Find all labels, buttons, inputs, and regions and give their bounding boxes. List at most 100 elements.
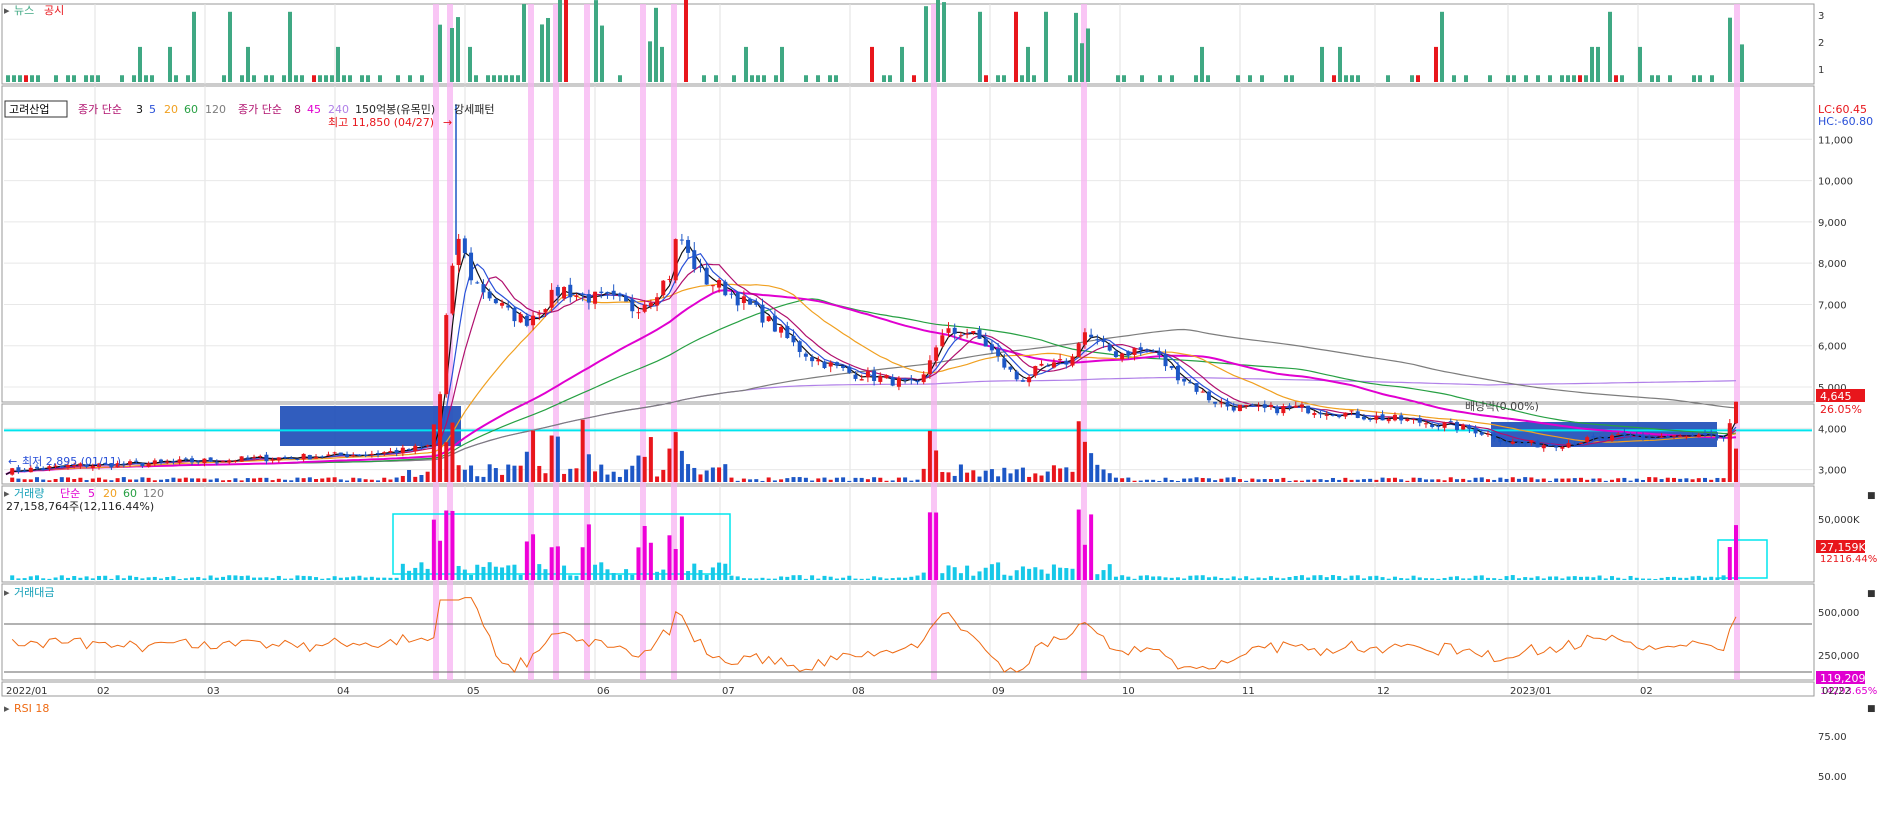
panel-close-icon[interactable]: ■ (1867, 589, 1876, 599)
trade-value-bar (487, 562, 492, 580)
volume-bar (1020, 467, 1025, 482)
trade-value-bar (605, 569, 610, 580)
candle-body (475, 282, 480, 284)
volume-bar (1572, 478, 1577, 482)
trade-value-bar (227, 575, 232, 580)
candle-body (878, 376, 883, 382)
news-bar (54, 75, 58, 82)
news-bar (1344, 75, 1348, 82)
volume-bar (1337, 479, 1342, 482)
candle-body (1039, 363, 1044, 366)
trade-value-bar (1002, 574, 1007, 580)
candle-body (903, 379, 908, 381)
volume-bar (1268, 478, 1273, 482)
volume-bar (1151, 479, 1156, 482)
trade-value-bar (22, 578, 27, 580)
news-bar (1668, 75, 1672, 82)
volume-bar (400, 475, 405, 482)
volume-bar (971, 470, 976, 482)
candle-body (1256, 405, 1261, 407)
candle-body (785, 326, 790, 338)
volume-bar (1262, 479, 1267, 482)
trade-value-bar (407, 570, 412, 580)
candle-body (487, 291, 492, 299)
volume-bar (915, 479, 920, 482)
candle-body (958, 335, 963, 337)
trade-value-bar (1696, 575, 1701, 580)
trade-value-bar (1293, 576, 1298, 580)
volume-bar (965, 472, 970, 482)
candle-body (1659, 436, 1664, 438)
trade-value-bar (785, 576, 790, 580)
news-bar (36, 75, 40, 82)
volume-title: 거래량 (14, 487, 44, 500)
trade-value-bar (648, 542, 653, 580)
news-legend-label: 뉴스 (14, 4, 34, 17)
news-bar (1032, 75, 1036, 82)
volume-bar (1665, 477, 1670, 482)
candle-body (146, 463, 151, 467)
news-bar (1452, 75, 1456, 82)
volume-bar (983, 470, 988, 482)
trade-value-bar (822, 575, 827, 580)
news-bar (252, 75, 256, 82)
news-bar (318, 75, 322, 82)
candle-body (704, 267, 709, 285)
panel-frame-news (1, 3, 1815, 85)
trade-value-bar (512, 564, 517, 580)
volume-bar (1225, 477, 1230, 482)
trade-value-bar (599, 562, 604, 580)
x-axis-label: 05 (467, 686, 480, 697)
candle-body (524, 315, 529, 326)
candle-body (1566, 443, 1571, 448)
x-axis-label: 02/22 (1822, 686, 1851, 697)
volume-bar (1541, 478, 1546, 482)
panel-close-icon[interactable]: ■ (1867, 491, 1876, 501)
news-bar (1386, 75, 1390, 82)
candle-body (1671, 435, 1676, 437)
candle-body (1113, 351, 1118, 358)
trade-value-bar (10, 575, 15, 580)
volume-bar (741, 478, 746, 482)
volume-bar (1622, 477, 1627, 482)
trade-value-bar (1175, 577, 1180, 580)
candle-body (1045, 365, 1050, 367)
candle-body (717, 280, 722, 288)
news-bar (780, 46, 784, 82)
x-axis-label: 2022/01 (6, 686, 48, 697)
volume-bar (1392, 477, 1397, 482)
trade-value-bar (630, 574, 635, 580)
panel-close-icon[interactable]: ■ (1867, 704, 1876, 714)
volume-bar (407, 469, 412, 482)
trade-value-bar (748, 578, 753, 580)
trade-value-bar (301, 575, 306, 580)
trade-value-bar (1510, 575, 1515, 580)
trade-value-bar (41, 578, 46, 580)
candle-body (152, 460, 157, 465)
volume-bar (1101, 469, 1106, 482)
news-bar (882, 75, 886, 82)
trade-value-bar (1330, 575, 1335, 580)
trade-value-bar (1082, 544, 1087, 580)
trade-value-bar (692, 563, 697, 580)
trade-value-bar (59, 575, 64, 580)
ma-legend-a-title: 종가 단순 (78, 103, 122, 116)
volume-bar (388, 479, 393, 482)
candle-body (1355, 411, 1360, 419)
stock-chart[interactable]: ▸ 뉴스 공시 3 2 1 고려산업 종가 단순 3 5 20 60 120 종… (0, 0, 1880, 836)
high-price-label: 최고 11,850 (04/27) (328, 116, 434, 129)
candle-body (655, 297, 660, 306)
candle-body (611, 290, 616, 295)
candle-body (28, 467, 33, 473)
volume-bar (772, 480, 777, 482)
volume-bar (1647, 477, 1652, 482)
hc-label: HC:-60.80 (1818, 115, 1873, 128)
candle-body (989, 344, 994, 351)
news-bar (264, 75, 268, 82)
trade-value-bar (1312, 575, 1317, 580)
volume-bar (1702, 477, 1707, 482)
volume-bar (1423, 479, 1428, 482)
news-bar (756, 75, 760, 82)
trade-value-bar (1541, 578, 1546, 580)
volume-bar (22, 479, 27, 482)
